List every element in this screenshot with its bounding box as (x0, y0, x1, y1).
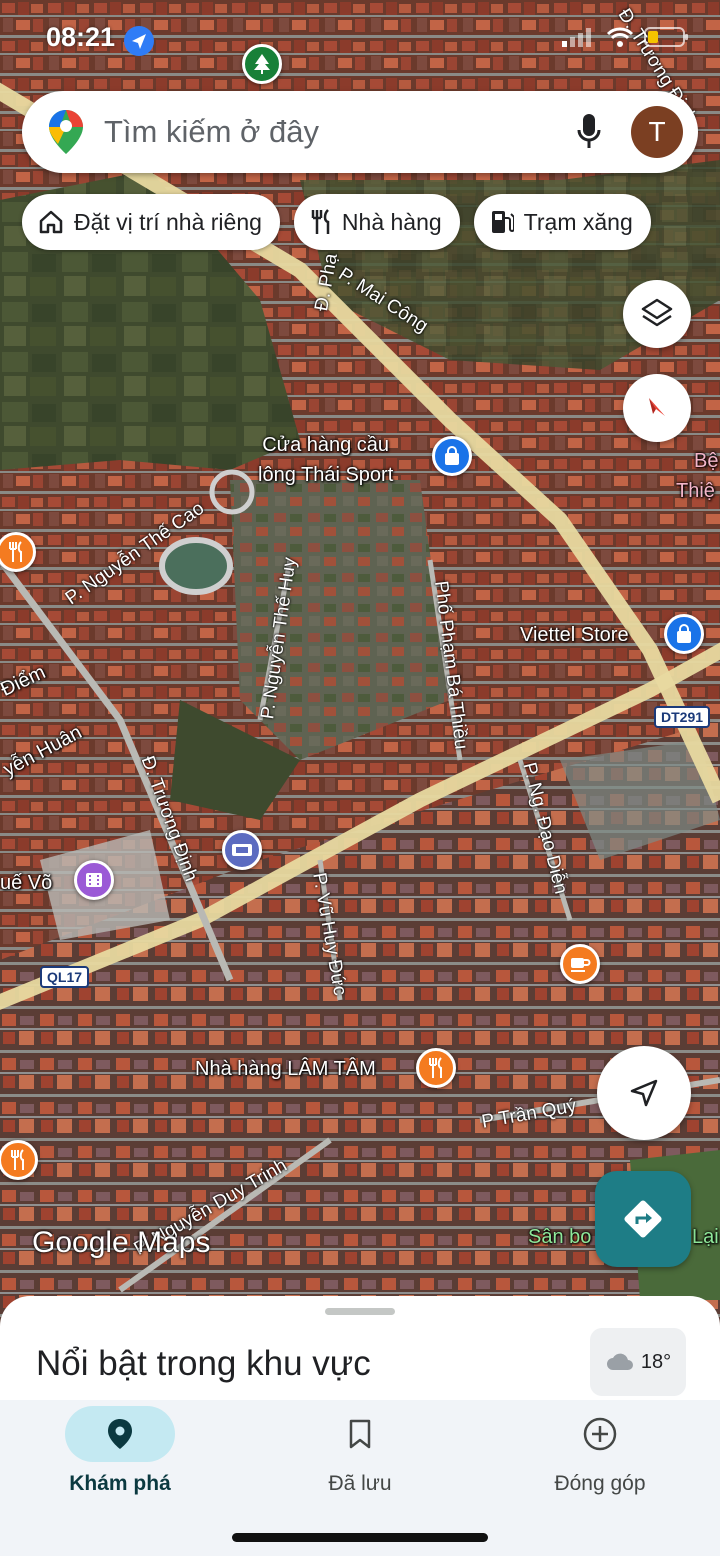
status-indicators (560, 26, 690, 48)
microphone-icon[interactable] (569, 106, 609, 158)
nav-saved[interactable]: Đã lưu (275, 1406, 445, 1496)
gas-station-icon (491, 211, 514, 233)
chip-set-home[interactable]: Đặt vị trí nhà riêng (22, 194, 280, 250)
google-maps-pin-icon (49, 110, 83, 154)
nav-label: Khám phá (69, 1472, 171, 1495)
nav-label: Đóng góp (554, 1472, 646, 1495)
chip-restaurants[interactable]: Nhà hàng (293, 194, 460, 250)
chip-label: Nhà hàng (341, 208, 442, 235)
add-circle-icon (583, 1417, 617, 1451)
chip-label: Đặt vị trí nhà riêng (74, 208, 262, 235)
park-poi-icon[interactable] (242, 44, 282, 84)
bookmark-icon (349, 1419, 371, 1449)
category-chips: Đặt vị trí nhà riêng Nhà hàng Trạm xăng (22, 194, 651, 250)
nav-explore[interactable]: Khám phá (35, 1406, 205, 1496)
place-label-line: lông Thái Sport (258, 464, 394, 486)
battery-icon (644, 27, 688, 47)
place-label-san-bo[interactable]: Sân bo (528, 1226, 591, 1249)
place-label-lam-tam-restaurant[interactable]: Nhà hàng LÂM TÂM (195, 1058, 376, 1081)
shopping-poi-icon[interactable] (432, 436, 472, 476)
place-label-be[interactable]: Bệ (694, 450, 718, 473)
nav-contribute[interactable]: Đóng góp (515, 1406, 685, 1496)
search-bar[interactable]: Tìm kiếm ở đây T (22, 91, 698, 173)
weather-badge[interactable]: 18° (590, 1328, 686, 1396)
chip-label: Trạm xăng (523, 208, 633, 235)
cloud-icon (606, 1353, 633, 1370)
search-input[interactable]: Tìm kiếm ở đây (104, 114, 569, 150)
compass-button[interactable] (623, 374, 691, 442)
restaurant-icon (311, 209, 330, 234)
wifi-icon (606, 27, 634, 47)
signal-icon (562, 28, 591, 47)
cinema-poi-icon[interactable] (74, 860, 114, 900)
nav-label: Đã lưu (328, 1472, 392, 1495)
navigation-arrow-icon (630, 1079, 658, 1107)
chip-gas-stations[interactable]: Trạm xăng (473, 194, 651, 250)
location-services-icon (124, 26, 154, 56)
layers-button[interactable] (623, 280, 691, 348)
status-time: 08:21 (46, 22, 116, 52)
shopping-poi-icon[interactable] (664, 614, 704, 654)
route-shield-ql17: QL17 (40, 966, 90, 988)
compass-icon (649, 398, 665, 416)
atm-poi-icon[interactable] (222, 830, 262, 870)
temperature-value: 18° (640, 1350, 672, 1373)
home-icon (39, 210, 63, 234)
place-label-que-vo[interactable]: uế Võ (0, 872, 52, 895)
directions-icon (624, 1200, 662, 1238)
place-label-lai[interactable]: Lại (692, 1226, 719, 1249)
place-label-badminton-shop[interactable]: Cửa hàng cầu lông Thái Sport (258, 430, 393, 490)
place-label-viettel-store[interactable]: Viettel Store (520, 624, 629, 647)
drag-handle[interactable] (325, 1308, 395, 1315)
route-shield-dt291: DT291 (654, 706, 711, 728)
sheet-title: Nổi bật trong khu vực (36, 1344, 371, 1383)
avatar[interactable]: T (631, 106, 683, 158)
nav-indicator (65, 1406, 175, 1462)
home-indicator[interactable] (232, 1533, 488, 1542)
explore-pin-icon (108, 1419, 132, 1449)
my-location-button[interactable] (597, 1046, 691, 1140)
nav-indicator (545, 1406, 655, 1462)
directions-button[interactable] (595, 1171, 691, 1267)
layers-icon (641, 298, 673, 327)
cafe-poi-icon[interactable] (560, 944, 600, 984)
nav-indicator (305, 1406, 415, 1462)
place-label-line: Cửa hàng cầu (262, 434, 390, 456)
google-maps-logo: Google Maps (32, 1226, 211, 1259)
place-label-thie[interactable]: Thiệ (676, 480, 715, 503)
restaurant-poi-icon[interactable] (416, 1048, 456, 1088)
